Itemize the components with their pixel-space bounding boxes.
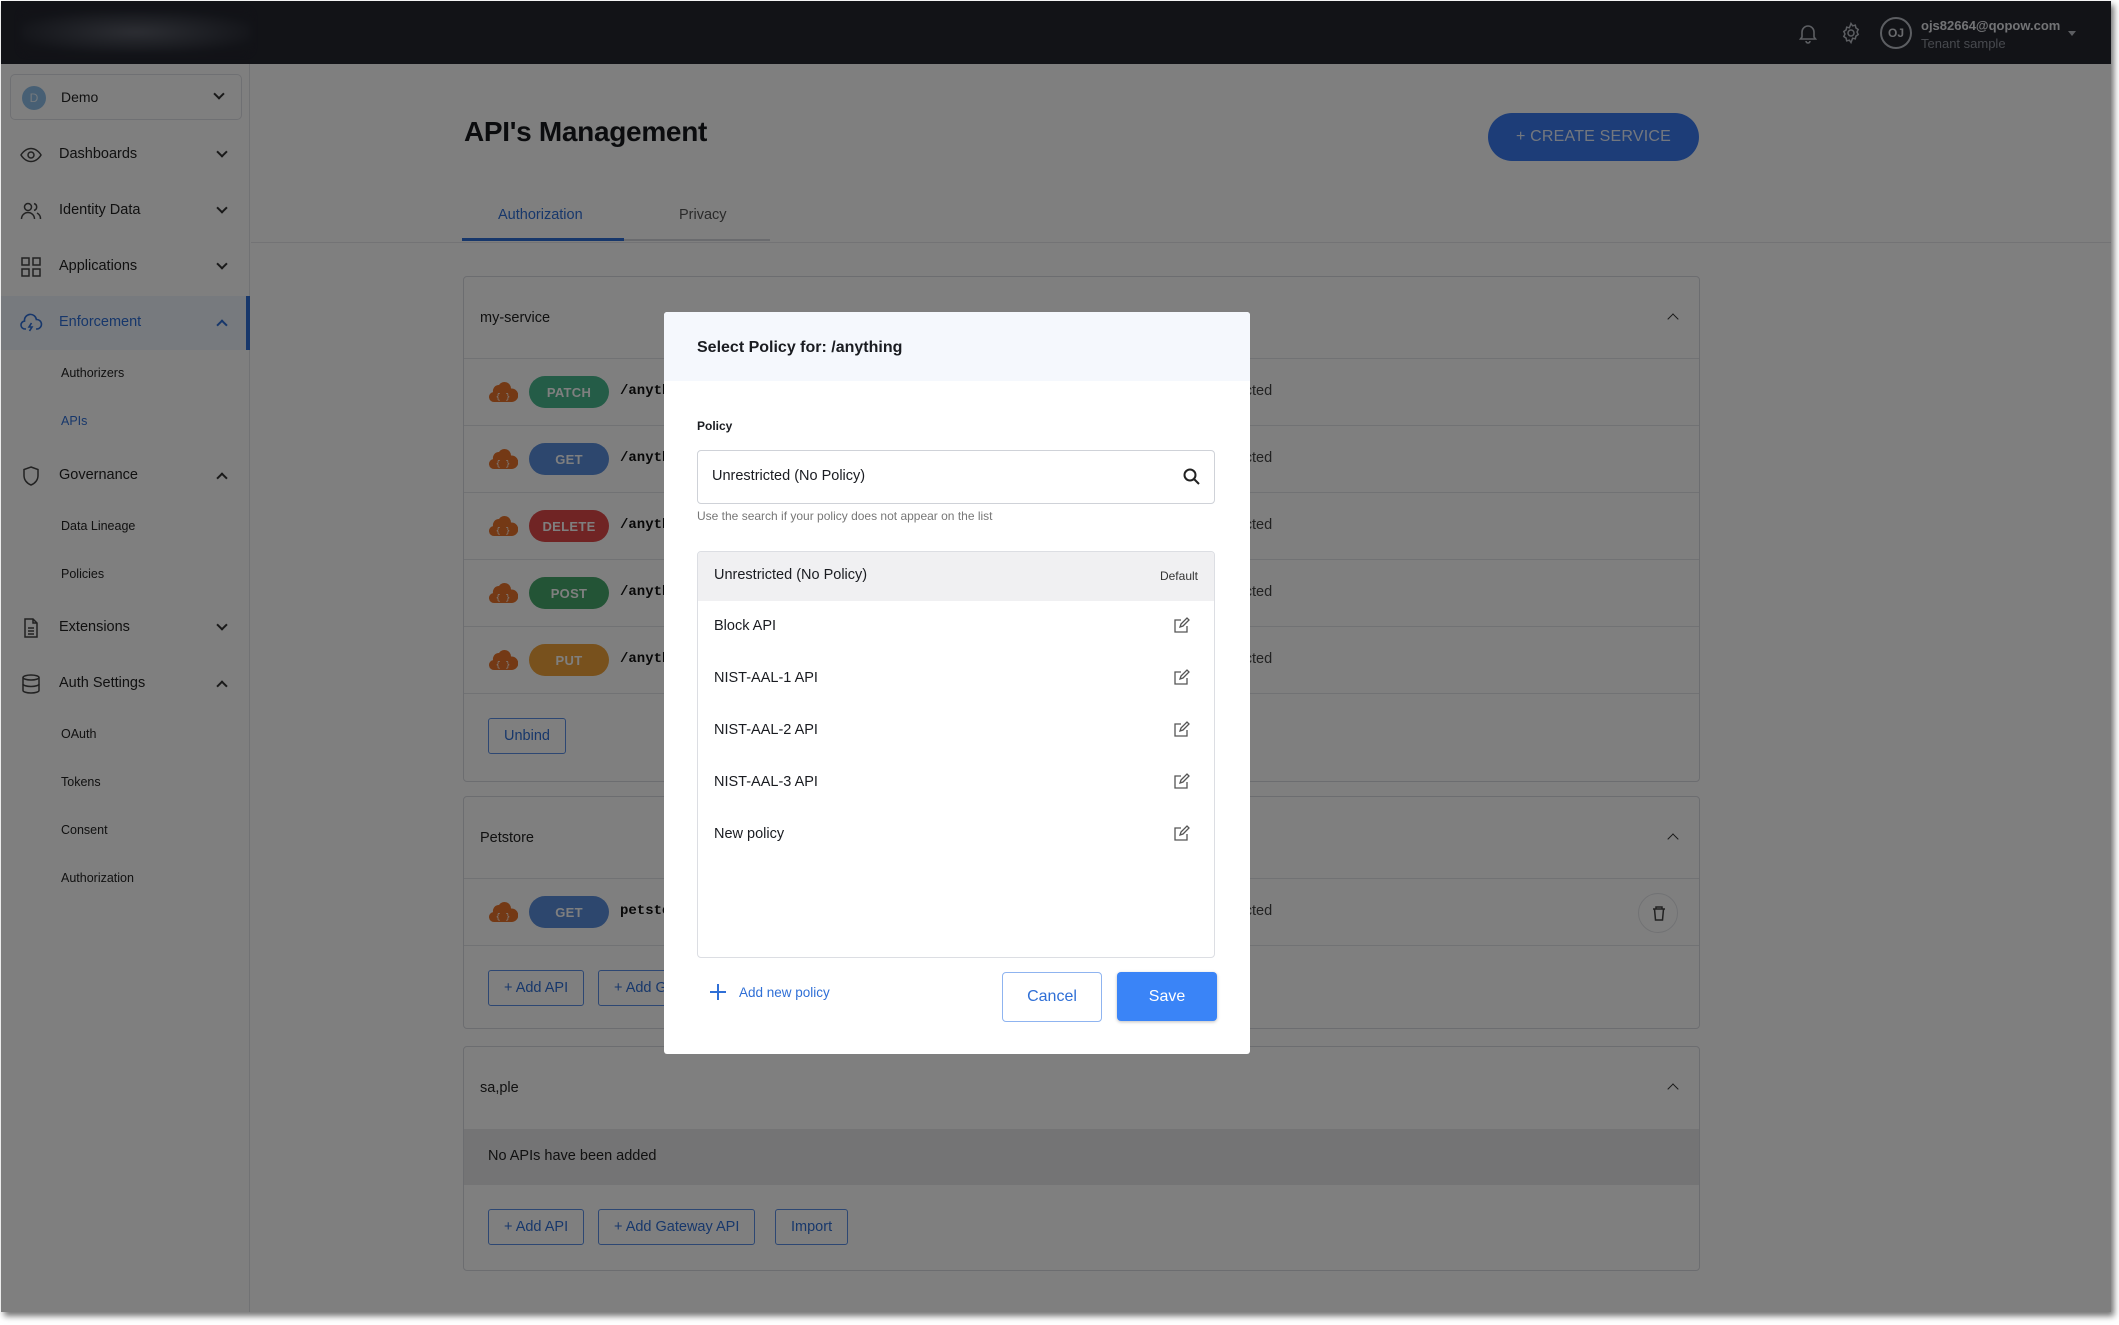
search-icon[interactable] [1182, 467, 1202, 487]
policy-search-input[interactable] [712, 468, 1152, 484]
policy-list: Unrestricted (No Policy) Default Block API… [697, 551, 1215, 958]
edit-icon[interactable] [1172, 773, 1190, 791]
search-helper-text: Use the search if your policy does not a… [697, 509, 993, 523]
select-policy-dialog: Select Policy for: /anything Policy Use … [664, 312, 1250, 1054]
policy-option[interactable]: Block API [698, 601, 1214, 653]
edit-icon[interactable] [1172, 617, 1190, 635]
policy-option[interactable]: NIST-AAL-1 API [698, 653, 1214, 705]
policy-name: NIST-AAL-2 API [714, 722, 818, 738]
policy-option[interactable]: NIST-AAL-3 API [698, 757, 1214, 809]
dialog-header: Select Policy for: /anything [664, 312, 1250, 381]
add-new-policy-link[interactable]: Add new policy [709, 980, 830, 1004]
policy-name: Unrestricted (No Policy) [714, 567, 868, 583]
edit-icon[interactable] [1172, 721, 1190, 739]
add-new-policy-label: Add new policy [739, 984, 830, 1000]
edit-icon[interactable] [1172, 825, 1190, 843]
policy-name: NIST-AAL-3 API [714, 774, 818, 790]
app-window: OJ ojs82664@qopow.com Tenant sample D De… [1, 1, 2111, 1312]
policy-name: Block API [714, 618, 777, 634]
policy-option[interactable]: NIST-AAL-2 API [698, 705, 1214, 757]
policy-name: New policy [714, 826, 785, 842]
edit-icon[interactable] [1172, 669, 1190, 687]
policy-option[interactable]: Unrestricted (No Policy) Default [698, 552, 1214, 601]
save-button[interactable]: Save [1117, 972, 1217, 1021]
plus-icon [710, 984, 726, 1000]
dialog-title: Select Policy for: /anything [697, 339, 903, 356]
policy-search-field[interactable] [697, 450, 1215, 504]
policy-field-label: Policy [697, 419, 733, 433]
policy-name: NIST-AAL-1 API [714, 670, 818, 686]
cancel-button[interactable]: Cancel [1002, 972, 1102, 1022]
policy-option[interactable]: New policy [698, 809, 1214, 861]
default-badge: Default [1159, 569, 1198, 583]
